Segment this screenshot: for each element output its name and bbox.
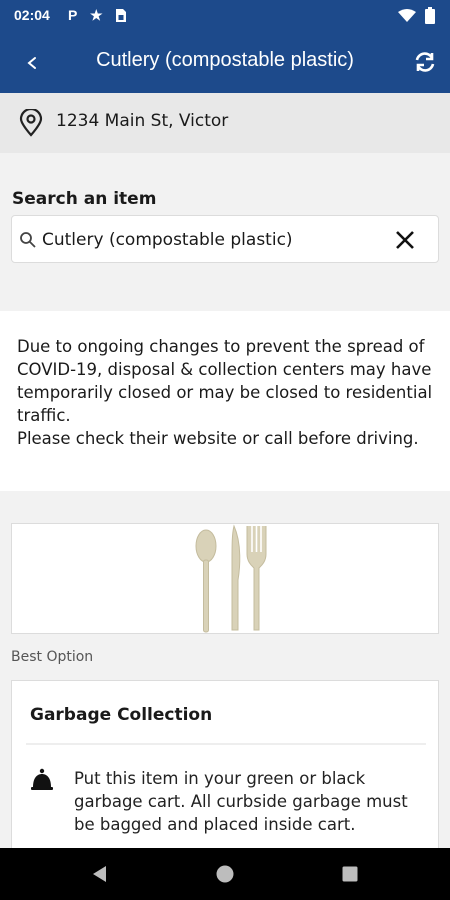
option-description: Put this item in your green or black gar… <box>74 769 408 834</box>
close-icon[interactable] <box>392 226 418 254</box>
covid-notice: Due to ongoing changes to prevent the sp… <box>0 311 450 491</box>
location-address: 1234 Main St, Victor <box>56 111 229 131</box>
system-nav-bar <box>0 848 450 900</box>
refresh-icon <box>415 52 435 72</box>
divider <box>26 743 426 745</box>
search-label: Search an item <box>12 189 157 209</box>
garbage-bell-icon <box>31 768 53 790</box>
search-icon <box>20 232 36 248</box>
map-pin-icon <box>19 109 43 137</box>
search-section: Search an item Cutlery (compostable plas… <box>0 153 450 311</box>
cutlery-icon <box>195 524 267 633</box>
parking-icon: P <box>68 7 78 23</box>
back-triangle-icon[interactable] <box>88 862 112 886</box>
back-button[interactable] <box>20 49 44 77</box>
best-option-label: Best Option <box>11 649 94 665</box>
home-circle-icon[interactable] <box>213 862 237 886</box>
search-input[interactable]: Cutlery (compostable plastic) <box>11 215 439 263</box>
app-bar: Cutlery (compostable plastic) <box>0 33 450 93</box>
option-title: Garbage Collection <box>30 705 213 725</box>
chevron-left-icon <box>27 57 36 69</box>
search-value: Cutlery (compostable plastic) <box>42 230 293 250</box>
refresh-button[interactable] <box>412 49 438 75</box>
clock: 02:04 <box>14 7 50 23</box>
notice-text: Due to ongoing changes to prevent the sp… <box>17 337 433 448</box>
recents-square-icon[interactable] <box>338 862 362 886</box>
status-bar: 02:04 P ★ <box>0 0 450 33</box>
battery-icon <box>425 7 435 24</box>
location-bar[interactable]: 1234 Main St, Victor <box>0 93 450 153</box>
sim-icon <box>116 9 126 22</box>
item-image-card <box>11 523 439 634</box>
page-title: Cutlery (compostable plastic) <box>96 49 354 71</box>
star-icon: ★ <box>90 7 103 23</box>
wifi-icon <box>398 9 416 22</box>
